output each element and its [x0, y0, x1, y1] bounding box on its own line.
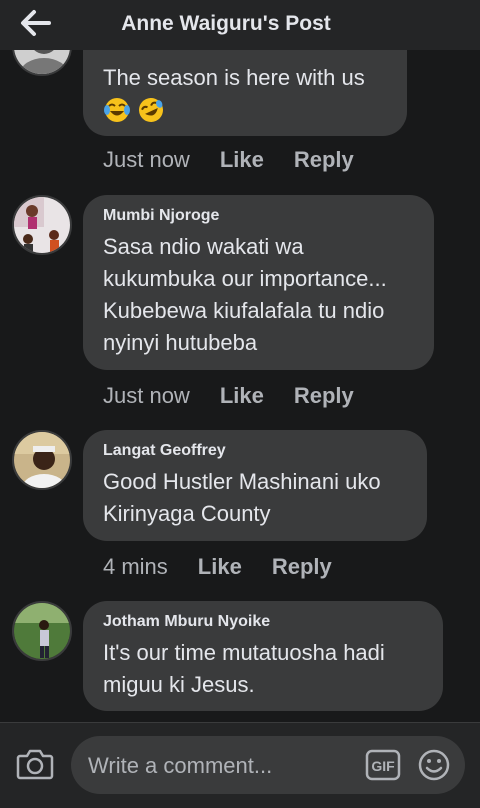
comment-text: The season is here with us	[103, 65, 365, 90]
comments-list: The season is here with us Just now Like…	[0, 50, 480, 722]
comment-author[interactable]: Mumbi Njoroge	[103, 207, 414, 225]
reply-button[interactable]: Reply	[294, 147, 354, 173]
comment-bubble[interactable]: Jotham Mburu Nyoike It's our time mutatu…	[83, 601, 443, 711]
comment-author[interactable]: Jotham Mburu Nyoike	[103, 613, 423, 631]
reply-button[interactable]: Reply	[294, 383, 354, 409]
like-button[interactable]: Like	[220, 147, 264, 173]
comment-text: It's our time mutatuosha hadi miguu ki J…	[103, 640, 385, 697]
emoji-button[interactable]	[417, 748, 451, 782]
like-button[interactable]: Like	[220, 383, 264, 409]
comment-text: Good Hustler Mashinani uko Kirinyaga Cou…	[103, 469, 381, 526]
face-with-tears-of-joy-icon	[104, 98, 130, 122]
avatar[interactable]	[12, 601, 72, 661]
avatar[interactable]	[12, 195, 72, 255]
comment-bubble[interactable]: Langat Geoffrey Good Hustler Mashinani u…	[83, 430, 427, 541]
comment-composer: Write a comment... GIF	[0, 723, 480, 808]
comment-bubble[interactable]: The season is here with us	[83, 50, 407, 136]
smiley-icon	[418, 749, 450, 781]
comment-time: 4 mins	[103, 554, 168, 579]
gif-button[interactable]: GIF	[365, 749, 401, 781]
comment-author[interactable]: Langat Geoffrey	[103, 442, 407, 460]
reply-button[interactable]: Reply	[272, 554, 332, 580]
comment-actions: 4 mins Like Reply	[103, 554, 332, 580]
like-button[interactable]: Like	[198, 554, 242, 580]
svg-text:GIF: GIF	[371, 758, 395, 774]
comment-time: Just now	[103, 147, 190, 172]
page-title: Anne Waiguru's Post	[121, 12, 331, 35]
camera-button[interactable]	[16, 746, 54, 782]
avatar[interactable]	[12, 430, 72, 490]
comment-input-placeholder: Write a comment...	[88, 753, 273, 778]
comment-time: Just now	[103, 383, 190, 408]
comment-input[interactable]: Write a comment... GIF	[71, 736, 465, 794]
comment-bubble[interactable]: Mumbi Njoroge Sasa ndio wakati wa kukumb…	[83, 195, 434, 370]
comment-actions: Just now Like Reply	[103, 147, 354, 173]
post-header: Anne Waiguru's Post	[0, 0, 480, 50]
camera-icon	[16, 749, 54, 780]
gif-icon: GIF	[365, 749, 401, 781]
rolling-on-floor-laughing-icon	[139, 98, 164, 122]
avatar[interactable]	[12, 50, 72, 76]
comment-actions: Just now Like Reply	[103, 383, 354, 409]
comment-text: Sasa ndio wakati wa kukumbuka our import…	[103, 234, 387, 355]
